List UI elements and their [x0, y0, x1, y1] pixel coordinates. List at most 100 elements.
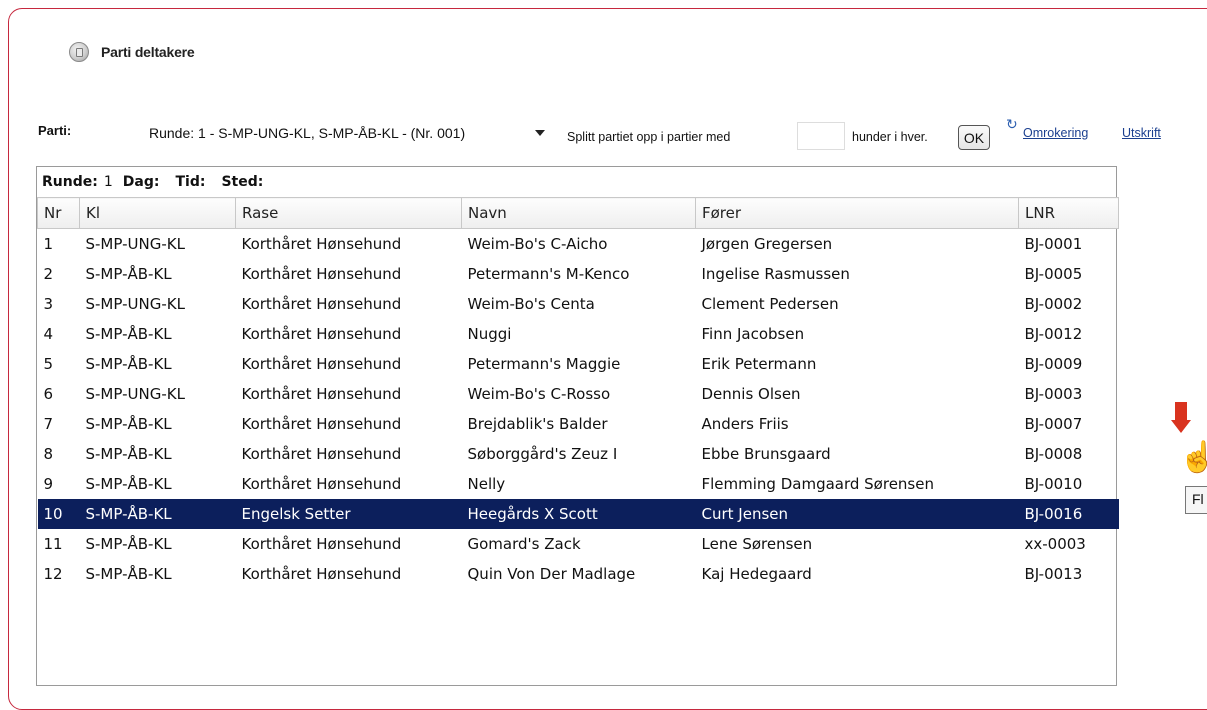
participants-table: Nr Kl Rase Navn Fører LNR 1 S-MP-UNG-KL Korthår…	[37, 197, 1119, 589]
page-title: Parti deltakere	[101, 44, 195, 60]
split-count-input[interactable]	[797, 122, 845, 150]
table-row[interactable]: 5 S-MP-ÅB-KL Korthåret Hønsehund Petermann'…	[38, 349, 1119, 379]
table-cell: Nelly	[467, 475, 506, 493]
table-cell: 6	[43, 385, 54, 403]
table-cell: S-MP-ÅB-KL	[85, 265, 172, 283]
omrokering-link[interactable]: Omrokering	[1023, 126, 1088, 140]
table-cell: Korthåret Hønsehund	[241, 445, 402, 463]
table-row[interactable]: 8 S-MP-ÅB-KL Korthåret Hønsehund Søborggård…	[38, 439, 1119, 469]
table-row[interactable]: 2 S-MP-ÅB-KL Korthåret Hønsehund Petermann'…	[38, 259, 1119, 289]
column-header[interactable]: Kl	[79, 197, 236, 229]
table-cell: 2	[43, 265, 54, 283]
table-cell: 4	[43, 325, 54, 343]
table-cell: 3	[43, 295, 54, 313]
table-row[interactable]: 10 S-MP-ÅB-KL Engelsk Setter Heegårds X Sco…	[37, 499, 1119, 529]
table-cell: Korthåret Hønsehund	[241, 565, 402, 583]
table-cell: Petermann's M-Kenco	[467, 265, 630, 283]
parti-label: Parti:	[38, 123, 72, 138]
table-cell: BJ-0003	[1024, 385, 1083, 403]
table-cell: S-MP-UNG-KL	[85, 235, 185, 253]
table-cell: Korthåret Hønsehund	[241, 415, 402, 433]
refresh-icon[interactable]: ↻	[1006, 116, 1018, 133]
runde-value: 1	[103, 174, 113, 190]
table-cell: S-MP-ÅB-KL	[85, 535, 172, 553]
table-cell: Ebbe Brunsgaard	[701, 445, 831, 463]
table-cell: Brejdablik's Balder	[467, 415, 608, 433]
table-cell: Curt Jensen	[695, 499, 1019, 529]
table-cell: Weim-Bo's Centa	[467, 295, 595, 313]
table-cell: 7	[43, 415, 54, 433]
table-cell: S-MP-ÅB-KL	[85, 565, 172, 583]
column-header[interactable]: Rase	[235, 197, 462, 229]
table-cell: S-MP-ÅB-KL	[85, 325, 172, 343]
hand-cursor-icon: ☝	[1179, 441, 1207, 474]
table-row[interactable]: 4 S-MP-ÅB-KL Korthåret Hønsehund Nuggi Finn …	[38, 319, 1119, 349]
table-row[interactable]: 6 S-MP-UNG-KL Korthåret Hønsehund Weim-Bo's…	[38, 379, 1119, 409]
table-cell: Korthåret Hønsehund	[241, 385, 402, 403]
table-cell: Korthåret Hønsehund	[241, 535, 402, 553]
clipboard-icon	[69, 42, 89, 62]
table-cell: Weim-Bo's C-Rosso	[467, 385, 611, 403]
table-row[interactable]: 3 S-MP-UNG-KL Korthåret Hønsehund Weim-Bo's…	[38, 289, 1119, 319]
column-header[interactable]: Fører	[695, 197, 1019, 229]
table-cell: Jørgen Gregersen	[701, 235, 833, 253]
participants-grid: Runde: 1 Dag: Tid: Sted: Nr Kl Rase Navn Før…	[36, 166, 1119, 686]
table-header-row: Nr Kl Rase Navn Fører LNR	[37, 197, 1119, 229]
tooltip: Fl	[1185, 486, 1207, 514]
sted-label: Sted:	[221, 174, 264, 190]
table-cell: Korthåret Hønsehund	[241, 355, 402, 373]
parti-select[interactable]: Runde: 1 - S-MP-UNG-KL, S-MP-ÅB-KL - (Nr…	[141, 118, 553, 148]
column-header[interactable]: Nr	[37, 197, 80, 229]
table-row[interactable]: 12 S-MP-ÅB-KL Korthåret Hønsehund Quin Von …	[38, 559, 1119, 589]
table-cell: BJ-0009	[1024, 355, 1083, 373]
table-cell: BJ-0001	[1024, 235, 1083, 253]
column-header[interactable]: Navn	[461, 197, 696, 229]
utskrift-link[interactable]: Utskrift	[1122, 126, 1161, 140]
table-cell: Nuggi	[467, 325, 512, 343]
table-cell: BJ-0002	[1024, 295, 1083, 313]
table-cell: BJ-0010	[1024, 475, 1083, 493]
table-cell: Korthåret Hønsehund	[241, 295, 402, 313]
table-cell: S-MP-ÅB-KL	[85, 475, 172, 493]
column-header[interactable]: LNR	[1018, 197, 1119, 229]
table-cell: 12	[43, 565, 63, 583]
table-cell: 10	[37, 499, 80, 529]
table-cell: S-MP-ÅB-KL	[85, 355, 172, 373]
dag-label: Dag:	[122, 174, 160, 190]
table-row[interactable]: 7 S-MP-ÅB-KL Korthåret Hønsehund Brejdablik…	[38, 409, 1119, 439]
table-cell: BJ-0007	[1024, 415, 1083, 433]
table-row[interactable]: 1 S-MP-UNG-KL Korthåret Hønsehund Weim-Bo's…	[38, 229, 1119, 260]
table-cell: Engelsk Setter	[235, 499, 462, 529]
table-cell: S-MP-UNG-KL	[85, 295, 185, 313]
table-cell: 1	[43, 235, 54, 253]
table-cell: BJ-0005	[1024, 265, 1083, 283]
split-suffix: hunder i hver.	[852, 130, 928, 144]
table-cell: Lene Sørensen	[701, 535, 813, 553]
parti-controls: Parti: Runde: 1 - S-MP-UNG-KL, S-MP-ÅB-K…	[0, 116, 1207, 160]
table-cell: BJ-0013	[1024, 565, 1083, 583]
table-cell: Anders Friis	[701, 415, 789, 433]
table-body: 1 S-MP-UNG-KL Korthåret Hønsehund Weim-Bo's…	[37, 229, 1119, 590]
table-cell: 8	[43, 445, 54, 463]
table-cell: Weim-Bo's C-Aicho	[467, 235, 608, 253]
table-cell: Korthåret Hønsehund	[241, 325, 402, 343]
parti-select-value: Runde: 1 - S-MP-UNG-KL, S-MP-ÅB-KL - (Nr…	[149, 125, 466, 141]
table-cell: Korthåret Hønsehund	[241, 235, 402, 253]
table-cell: 5	[43, 355, 54, 373]
table-cell: xx-0003	[1024, 535, 1086, 553]
table-row[interactable]: 9 S-MP-ÅB-KL Korthåret Hønsehund Nelly Flemm…	[38, 469, 1119, 499]
table-row[interactable]: 11 S-MP-ÅB-KL Korthåret Hønsehund Gomard's …	[38, 529, 1119, 559]
tid-label: Tid:	[175, 174, 206, 190]
table-cell: BJ-0016	[1018, 499, 1119, 529]
runde-label: Runde:	[42, 174, 98, 190]
table-cell: Dennis Olsen	[701, 385, 801, 403]
split-label: Splitt partiet opp i partier med	[567, 130, 731, 144]
table-cell: 9	[43, 475, 54, 493]
ok-button[interactable]: OK	[958, 125, 990, 150]
down-arrow-icon	[1175, 402, 1187, 422]
table-cell: Erik Petermann	[701, 355, 817, 373]
table-cell: Ingelise Rasmussen	[701, 265, 850, 283]
table-cell: 11	[43, 535, 63, 553]
table-cell: S-MP-ÅB-KL	[79, 499, 236, 529]
table-cell: BJ-0008	[1024, 445, 1083, 463]
